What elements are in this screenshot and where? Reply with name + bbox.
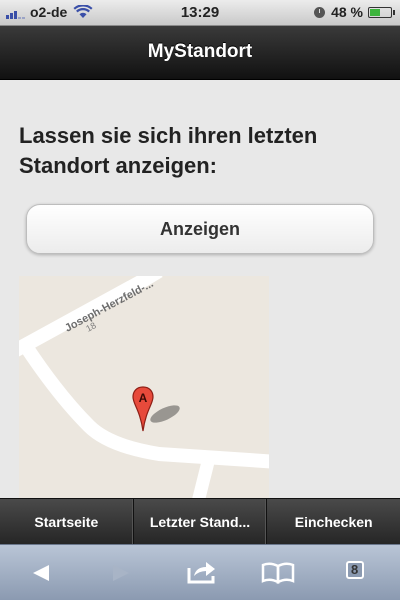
map-marker-label: A xyxy=(139,391,148,405)
main-content[interactable]: Lassen sie sich ihren letzten Standort a… xyxy=(0,80,400,498)
alarm-clock-icon xyxy=(314,6,326,18)
battery-percent: 48 % xyxy=(331,4,363,20)
map-marker-icon[interactable]: A xyxy=(132,386,154,432)
tab-startseite[interactable]: Startseite xyxy=(0,499,134,544)
battery-fill xyxy=(370,8,380,16)
share-icon[interactable] xyxy=(186,559,218,585)
back-arrow-icon[interactable] xyxy=(30,563,52,583)
tabs-count-label: 8 xyxy=(351,562,359,577)
status-bar: o2-de 13:29 48 % xyxy=(0,0,400,26)
forward-arrow-icon[interactable] xyxy=(110,563,132,583)
browser-toolbar: 8 xyxy=(0,544,400,600)
tab-einchecken[interactable]: Einchecken xyxy=(267,499,400,544)
status-right: 48 % xyxy=(314,4,395,20)
bookmarks-icon[interactable] xyxy=(261,562,295,584)
page-title: MyStandort xyxy=(0,26,400,80)
tab-bar: Startseite Letzter Stand... Einchecken xyxy=(0,498,400,544)
tabs-icon[interactable]: 8 xyxy=(346,561,364,579)
map-view[interactable]: Joseph-Herzfeld-... 18 A xyxy=(19,276,269,498)
show-location-button[interactable]: Anzeigen xyxy=(26,204,374,254)
instruction-heading: Lassen sie sich ihren letzten Standort a… xyxy=(19,123,318,178)
battery-icon xyxy=(368,6,395,18)
tab-letzter-standort[interactable]: Letzter Stand... xyxy=(134,499,268,544)
